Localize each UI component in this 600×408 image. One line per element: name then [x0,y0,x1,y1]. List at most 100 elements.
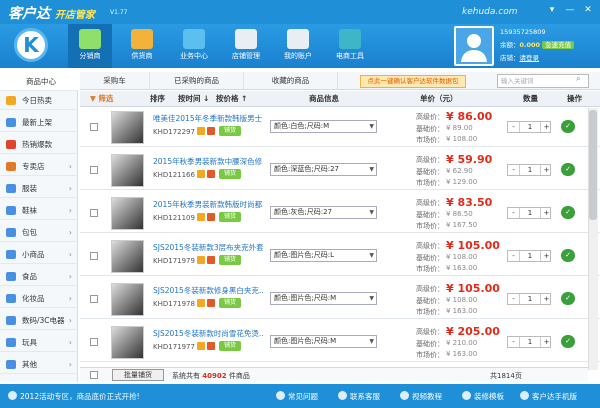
product-thumbnail[interactable] [111,197,144,230]
sidebar-item-5[interactable]: 鞋袜 › [0,201,78,220]
base-price-label: 基础价： [416,340,444,348]
sidebar-item-6[interactable]: 包包 › [0,223,78,242]
publish-button[interactable]: 铺货 [219,341,241,351]
sort-by-time[interactable]: 按时间 ↓ [178,91,209,107]
product-thumbnail[interactable] [111,111,144,144]
sidebar-item-4[interactable]: 服装 › [0,179,78,198]
spec-select[interactable]: 颜色:图片色;尺码:L ▼ [270,249,377,262]
quantity-value[interactable]: 1 [520,208,540,218]
tab-2[interactable]: 收藏的商品 [244,72,338,90]
increase-button[interactable]: + [540,122,552,132]
decrease-button[interactable]: - [508,294,520,304]
publish-button[interactable]: 铺货 [219,212,241,222]
filter-header[interactable]: ▼ 筛选 [90,91,113,107]
publish-button[interactable]: 铺货 [219,298,241,308]
publish-button[interactable]: 铺货 [219,126,241,136]
add-to-cart-icon[interactable]: ✓ [561,120,575,133]
decrease-button[interactable]: - [508,122,520,132]
decrease-button[interactable]: - [508,208,520,218]
search-icon[interactable]: ⌕ [576,74,580,84]
status-mobile-link[interactable]: 客户达手机版 [520,391,577,402]
product-name[interactable]: 2015年秋季男装新款韩版时尚都... [153,199,263,210]
quantity-value[interactable]: 1 [520,165,540,175]
toolbar-distributor-button[interactable]: 分销商 [68,24,112,68]
sort-by-price[interactable]: 按价格 ↑ [216,91,247,107]
status-video-link[interactable]: 视频教程 [400,391,442,402]
sidebar-item-7[interactable]: 小商品 › [0,245,78,264]
market-price: ¥ 163.00 [446,264,478,272]
spec-select[interactable]: 颜色:图片色;尺码:M ▼ [270,335,377,348]
sidebar-item-9[interactable]: 化妆品 › [0,289,78,308]
notice-text[interactable]: 2012活动专区，商品底价正式开抢! [8,391,140,402]
menu-icon[interactable]: ▾ [544,3,560,17]
batch-publish-button[interactable]: 批量铺货 [112,369,164,381]
decrease-button[interactable]: - [508,337,520,347]
add-to-cart-icon[interactable]: ✓ [561,163,575,176]
product-name[interactable]: 唯美佳2015年冬季新款韩版男士... [153,113,263,124]
quantity-value[interactable]: 1 [520,337,540,347]
toolbar-business-button[interactable]: 业务中心 [172,24,216,68]
tab-1[interactable]: 已采购的商品 [150,72,244,90]
quantity-value[interactable]: 1 [520,294,540,304]
status-chat-link[interactable]: 联系客服 [338,391,380,402]
scrollbar-thumb[interactable] [589,110,597,220]
sidebar-item-0[interactable]: 今日热卖 [0,91,78,110]
product-thumbnail[interactable] [111,240,144,273]
increase-button[interactable]: + [540,251,552,261]
add-to-cart-icon[interactable]: ✓ [561,335,575,348]
sidebar-item-11[interactable]: 玩具 › [0,333,78,352]
sidebar-item-1[interactable]: 最新上架 [0,113,78,132]
add-to-cart-icon[interactable]: ✓ [561,249,575,262]
sidebar-item-12[interactable]: 其他 › [0,355,78,374]
quantity-value[interactable]: 1 [520,122,540,132]
sidebar-item-8[interactable]: 食品 › [0,267,78,286]
increase-button[interactable]: + [540,165,552,175]
row-checkbox[interactable] [90,209,98,217]
user-avatar[interactable] [454,26,494,66]
toolbar-tools-button[interactable]: 电商工具 [328,24,372,68]
row-checkbox[interactable] [90,123,98,131]
sidebar-item-10[interactable]: 数码/3C电器 › [0,311,78,330]
toolbar-account-button[interactable]: 我的账户 [276,24,320,68]
minimize-icon[interactable]: — [562,3,578,17]
product-name[interactable]: 2015年秋季男装新款中腰深色修... [153,156,263,167]
spec-select[interactable]: 颜色:白色;尺码:M ▼ [270,120,377,133]
login-link[interactable]: 请登录 [520,54,540,62]
add-to-cart-icon[interactable]: ✓ [561,292,575,305]
row-checkbox[interactable] [90,252,98,260]
select-all-checkbox[interactable] [90,371,98,379]
publish-button[interactable]: 铺货 [219,255,241,265]
product-name[interactable]: SJS2015冬装新款时尚雪花免烫... [153,328,263,339]
product-name[interactable]: SJS2015冬装新款修身黑白夹克... [153,285,263,296]
decrease-button[interactable]: - [508,251,520,261]
tab-0[interactable]: 采购车 [80,72,150,90]
decrease-button[interactable]: - [508,165,520,175]
row-checkbox[interactable] [90,295,98,303]
spec-select[interactable]: 颜色:灰色;尺码:27 ▼ [270,206,377,219]
increase-button[interactable]: + [540,294,552,304]
sidebar-item-3[interactable]: 专卖店 › [0,157,78,176]
add-to-cart-icon[interactable]: ✓ [561,206,575,219]
product-thumbnail[interactable] [111,154,144,187]
recharge-button[interactable]: 急速充值 [542,41,575,49]
row-checkbox[interactable] [90,338,98,346]
increase-button[interactable]: + [540,337,552,347]
spec-select[interactable]: 颜色:深蓝色;尺码:27 ▼ [270,163,377,176]
status-bar: 2012活动专区，商品底价正式开抢! 常见问题 联系客服 视频教程 装修模板 客户达手机… [0,384,600,408]
close-icon[interactable]: ✕ [580,3,596,17]
quantity-value[interactable]: 1 [520,251,540,261]
row-checkbox[interactable] [90,166,98,174]
promo-banner[interactable]: 点此一键确认客户达软件数据包 [360,75,466,88]
toolbar-supplier-button[interactable]: 供货商 [120,24,164,68]
increase-button[interactable]: + [540,208,552,218]
product-thumbnail[interactable] [111,283,144,316]
product-thumbnail[interactable] [111,326,144,359]
toolbar-shop-button[interactable]: 店铺管理 [224,24,268,68]
spec-select[interactable]: 颜色:图片色;尺码:M ▼ [270,292,377,305]
status-template-link[interactable]: 装修模板 [462,391,504,402]
status-question-link[interactable]: 常见问题 [276,391,318,402]
category-sidebar: 商品中心 今日热卖 最新上架 热销爆款 专卖店 › 服装 › 鞋袜 › 包包 › 小商品 › 食品 › 化妆品… [0,72,78,382]
publish-button[interactable]: 铺货 [219,169,241,179]
product-name[interactable]: SJS2015冬装新款3层布夹克外套... [153,242,263,253]
sidebar-item-2[interactable]: 热销爆款 [0,135,78,154]
